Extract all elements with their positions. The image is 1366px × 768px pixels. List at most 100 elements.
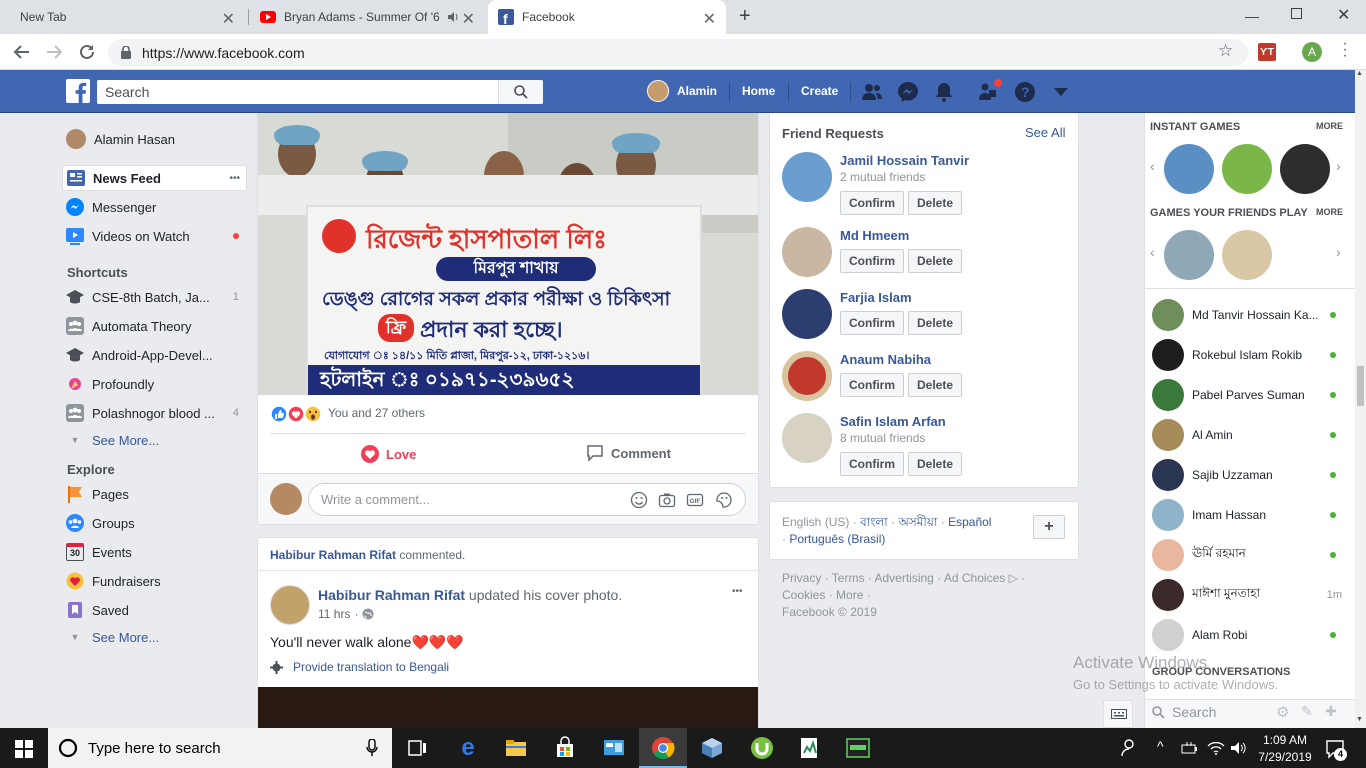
store-icon[interactable]: [553, 736, 577, 760]
sidebar-item-pages[interactable]: Pages: [62, 481, 247, 507]
messenger-icon[interactable]: [897, 81, 919, 103]
compose-icon[interactable]: ✎: [1301, 703, 1313, 720]
battery-power-icon[interactable]: [1181, 740, 1199, 756]
requester-avatar[interactable]: [782, 227, 832, 277]
sidebar-item-news-feed[interactable]: News Feed •••: [62, 165, 247, 191]
cover-photo[interactable]: [258, 687, 758, 728]
left-nav-profile[interactable]: Alamin Hasan: [62, 126, 247, 152]
account-menu-caret-icon[interactable]: [1054, 88, 1068, 96]
home-link[interactable]: Home: [742, 84, 775, 98]
sidebar-item-shortcut[interactable]: Android-App-Devel...: [62, 342, 247, 368]
wifi-icon[interactable]: [1207, 740, 1225, 756]
chat-contact[interactable]: মাঈশা মুনতাহা 1m: [1152, 575, 1342, 615]
language-link[interactable]: বাংলা: [860, 515, 888, 529]
footer-link[interactable]: Privacy: [782, 571, 821, 585]
chat-contact[interactable]: Sajib Uzzaman: [1152, 455, 1342, 495]
see-all-link[interactable]: See All: [1025, 125, 1065, 140]
microphone-icon[interactable]: [366, 739, 378, 757]
confirm-button[interactable]: Confirm: [840, 311, 904, 335]
game-thumbnail[interactable]: [1164, 230, 1214, 280]
gear-icon[interactable]: ⚙: [1276, 703, 1289, 721]
sidebar-item-messenger[interactable]: Messenger: [62, 194, 247, 220]
sidebar-item-fundraisers[interactable]: Fundraisers: [62, 568, 247, 594]
chevron-right-icon[interactable]: ›: [1336, 158, 1341, 174]
chat-search-input[interactable]: Search: [1172, 704, 1216, 720]
author-avatar[interactable]: [270, 585, 310, 625]
sidebar-item-shortcut[interactable]: CSE-8th Batch, Ja... 1: [62, 284, 247, 310]
game-thumbnail[interactable]: [1222, 230, 1272, 280]
reaction-icons[interactable]: [270, 405, 326, 423]
instant-games-more-link[interactable]: MORE: [1316, 121, 1343, 131]
requester-name[interactable]: Md Hmeem: [840, 228, 909, 243]
context-author-link[interactable]: Habibur Rahman Rifat: [270, 548, 396, 562]
chat-contact[interactable]: Imam Hassan: [1152, 495, 1342, 535]
requester-avatar[interactable]: [782, 351, 832, 401]
reactions-summary[interactable]: You and 27 others: [328, 406, 425, 420]
post-photo[interactable]: রিজেন্ট হাসপাতাল লিঃ মিরপুর শাখায় ডেঙ্গ…: [258, 113, 758, 395]
requester-name[interactable]: Farjia Islam: [840, 290, 912, 305]
delete-button[interactable]: Delete: [908, 191, 962, 215]
forward-arrow-icon[interactable]: [45, 44, 63, 60]
love-button[interactable]: Love: [360, 444, 416, 464]
mutual-friends[interactable]: 2 mutual friends: [840, 170, 925, 184]
scroll-up-icon[interactable]: ▲: [1356, 70, 1363, 77]
comment-button[interactable]: Comment: [586, 444, 671, 462]
post-time[interactable]: 11 hrs: [318, 607, 350, 621]
terminal-app-icon[interactable]: [846, 736, 870, 760]
delete-button[interactable]: Delete: [908, 311, 962, 335]
confirm-button[interactable]: Confirm: [840, 452, 904, 476]
game-thumbnail[interactable]: [1280, 144, 1330, 194]
post-options-icon[interactable]: •••: [732, 586, 743, 597]
game-thumbnail[interactable]: [1164, 144, 1214, 194]
profile-link[interactable]: Alamin: [677, 84, 717, 98]
game-thumbnail[interactable]: [1222, 144, 1272, 194]
create-link[interactable]: Create: [801, 84, 838, 98]
delete-button[interactable]: Delete: [908, 249, 962, 273]
comment-input[interactable]: Write a comment...: [308, 483, 746, 516]
footer-link[interactable]: Terms: [832, 571, 865, 585]
friends-games-more-link[interactable]: MORE: [1316, 207, 1343, 217]
confirm-button[interactable]: Confirm: [840, 373, 904, 397]
footer-link[interactable]: Advertising: [874, 571, 933, 585]
language-link[interactable]: Português (Brasil): [789, 532, 885, 546]
chat-contact[interactable]: Rokebul Islam Rokib: [1152, 335, 1342, 375]
taskbar-clock[interactable]: 1:09 AM 7/29/2019: [1254, 732, 1316, 766]
translate-link[interactable]: Provide translation to Bengali: [270, 660, 449, 674]
confirm-button[interactable]: Confirm: [840, 191, 904, 215]
chrome-icon[interactable]: [651, 736, 675, 760]
sidebar-item-shortcut[interactable]: Profoundly: [62, 371, 247, 397]
close-tab-icon[interactable]: ✕: [462, 9, 475, 29]
notifications-bell-icon[interactable]: [933, 81, 955, 103]
minimize-icon[interactable]: —: [1245, 8, 1259, 24]
language-link[interactable]: অসমীয়া: [898, 515, 937, 529]
facebook-logo-icon[interactable]: [66, 79, 90, 103]
tab-new-tab[interactable]: New Tab ✕: [10, 0, 245, 34]
search-button[interactable]: [498, 80, 543, 104]
confirm-button[interactable]: Confirm: [840, 249, 904, 273]
taskbar-search-input[interactable]: Type here to search: [48, 728, 392, 768]
requester-name[interactable]: Anaum Nabiha: [840, 352, 931, 367]
emoji-smiley-icon[interactable]: [630, 491, 648, 509]
requester-name[interactable]: Jamil Hossain Tanvir: [840, 153, 969, 168]
reload-icon[interactable]: [78, 43, 96, 61]
requester-avatar[interactable]: [782, 152, 832, 202]
scrollbar-thumb[interactable]: [1357, 366, 1364, 406]
chat-contact[interactable]: Pabel Parves Suman: [1152, 375, 1342, 415]
task-view-icon[interactable]: [406, 736, 430, 760]
people-icon[interactable]: [1120, 739, 1136, 757]
utorrent-icon[interactable]: [750, 736, 774, 760]
close-tab-icon[interactable]: ✕: [703, 9, 716, 29]
chevron-left-icon[interactable]: ‹: [1150, 244, 1155, 260]
scroll-down-icon[interactable]: ▼: [1356, 716, 1363, 723]
sidebar-item-shortcut[interactable]: Automata Theory: [62, 313, 247, 339]
keyboard-toggle[interactable]: [1103, 700, 1133, 728]
sidebar-item-groups[interactable]: Groups: [62, 510, 247, 536]
maximize-icon[interactable]: [1291, 8, 1302, 19]
extension-icon[interactable]: ƳT: [1258, 43, 1276, 61]
sidebar-item-watch[interactable]: Videos on Watch: [62, 223, 247, 249]
virtualbox-cube-icon[interactable]: [700, 736, 724, 760]
browser-menu-icon[interactable]: · · ·: [1342, 36, 1348, 64]
friend-requests-icon[interactable]: [861, 82, 883, 102]
footer-link[interactable]: Cookies: [782, 588, 825, 602]
camera-icon[interactable]: [658, 491, 676, 509]
